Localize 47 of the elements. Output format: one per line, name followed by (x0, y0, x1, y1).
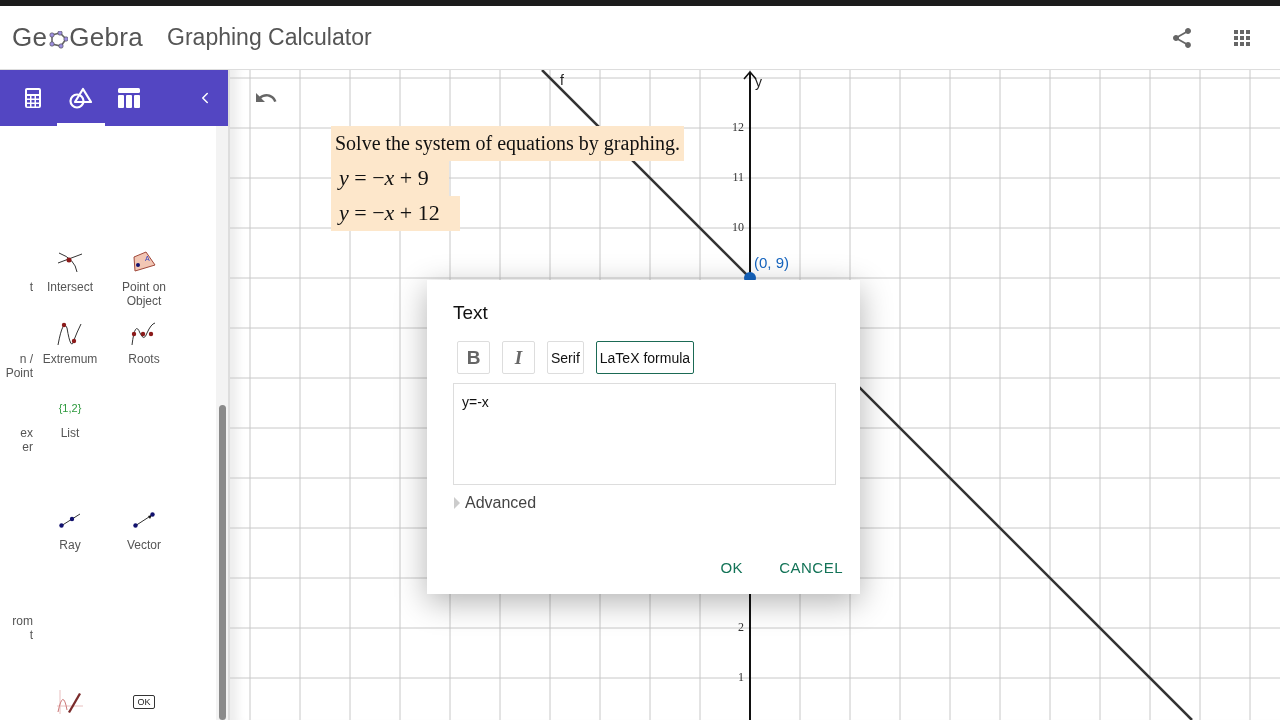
button-tool-icon: OK (133, 695, 155, 709)
tick-label: 2 (738, 620, 744, 635)
dialog-button[interactable]: OK (720, 557, 744, 578)
table-icon (118, 88, 140, 108)
freehand-function-icon (57, 690, 83, 714)
text-input-field[interactable]: y=-x (453, 383, 836, 485)
vector-icon (133, 512, 155, 528)
advanced-toggle[interactable]: Advanced (453, 494, 537, 512)
extremum-icon (57, 322, 83, 346)
scrollbar-thumb[interactable] (218, 405, 226, 720)
ray-icon (59, 512, 81, 528)
intersect-icon (57, 251, 83, 273)
tick-label: 1 (738, 670, 744, 685)
equation: y = −x + 9 (331, 161, 449, 196)
tool-label: ex er (20, 426, 34, 454)
tool-label: Vector (126, 538, 162, 552)
tool-label: Point on Object (120, 280, 167, 308)
roots-icon (131, 322, 157, 346)
dialog-button[interactable]: CANCEL (779, 557, 843, 578)
point-label: (0, 9) (754, 254, 789, 271)
geogebra-logo: Ge Gebra (12, 22, 144, 53)
tick-label: 11 (732, 170, 744, 185)
app-title: Graphing Calculator (167, 24, 372, 51)
axis-label: y (755, 74, 762, 90)
problem-text: Solve the system of equations by graphing. (331, 126, 684, 161)
list-icon: {1,2} (58, 402, 82, 414)
tool-label: List (59, 426, 81, 440)
tool-label: Roots (127, 352, 161, 366)
format-button[interactable]: Serif (547, 341, 584, 374)
function-label: f (560, 72, 564, 88)
tool-label: rom t (12, 614, 34, 642)
tool-label: n / Point (5, 352, 34, 380)
equation: y = −x + 12 (331, 196, 460, 231)
tool-label: t (29, 280, 34, 294)
tool-label: Ray (58, 538, 82, 552)
calculator-icon (25, 88, 41, 108)
tool-label: Extremum (41, 352, 99, 366)
geometry-tools-icon (69, 87, 93, 109)
format-button[interactable]: B (457, 341, 490, 374)
format-button[interactable]: LaTeX formula (595, 341, 695, 374)
tool-label: Intersect (46, 280, 94, 294)
tick-label: 12 (732, 120, 744, 135)
share-icon (1170, 25, 1194, 50)
dialog-title: Text (453, 302, 489, 324)
format-button[interactable]: I (502, 341, 535, 374)
share-button[interactable] (1170, 25, 1194, 50)
tick-label: 10 (732, 220, 744, 235)
